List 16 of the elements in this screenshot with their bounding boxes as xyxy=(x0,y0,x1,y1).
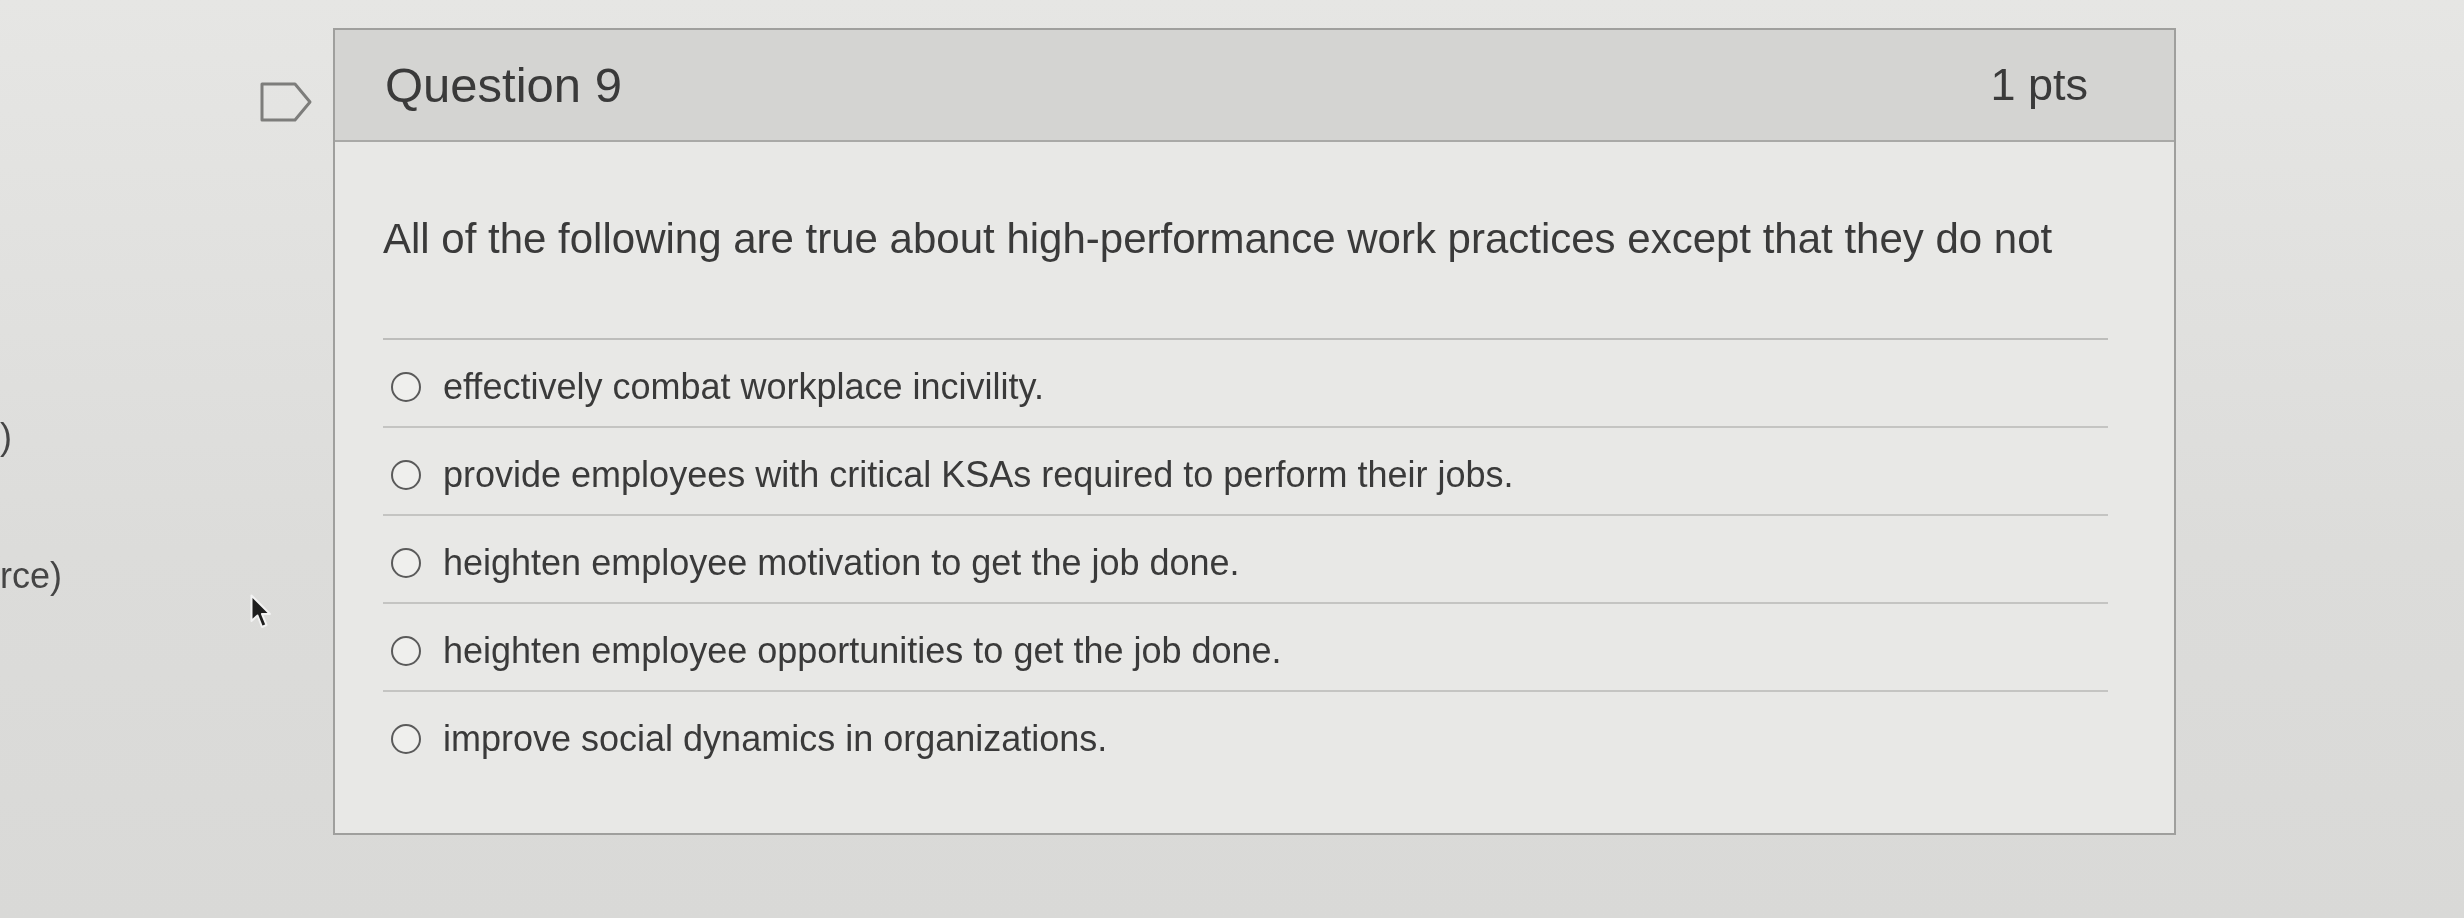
radio-button[interactable] xyxy=(391,724,421,754)
sidebar-text[interactable]: rce) xyxy=(0,556,62,596)
answer-option-text[interactable]: heighten employee motivation to get the job done. xyxy=(443,541,1240,585)
answer-option-text[interactable]: heighten employee opportunities to get the job done. xyxy=(443,629,1282,673)
question-text: All of the following are true about high-performance work practices except that they do not xyxy=(383,214,2054,264)
answer-option-text[interactable]: improve social dynamics in organizations. xyxy=(443,717,1108,761)
answer-option-text[interactable]: provide employees with critical KSAs required to perform their jobs. xyxy=(443,453,1514,497)
tag-icon[interactable] xyxy=(260,82,312,122)
answer-option-text[interactable]: effectively combat workplace incivility. xyxy=(443,365,1044,409)
radio-button[interactable] xyxy=(391,548,421,578)
radio-button[interactable] xyxy=(391,636,421,666)
radio-button[interactable] xyxy=(391,460,421,490)
question-title: Question 9 xyxy=(385,57,622,113)
radio-button[interactable] xyxy=(391,372,421,402)
sidebar-text[interactable]: ) xyxy=(0,417,12,457)
points-label: 1 pts xyxy=(1990,58,2088,112)
